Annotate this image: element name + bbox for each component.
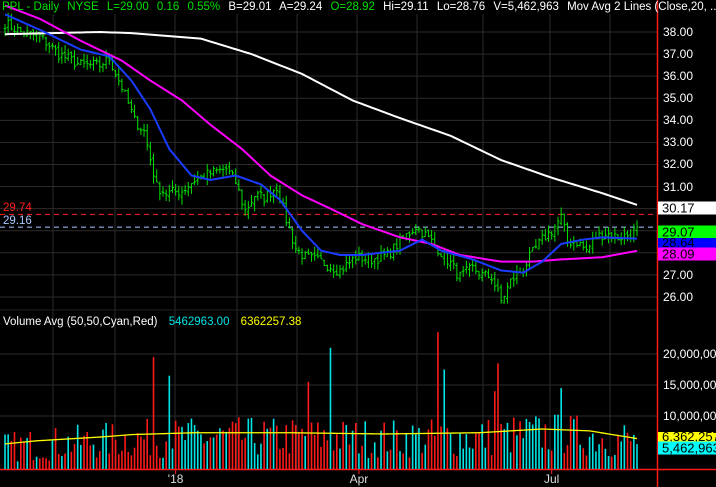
price-tick-label: 34.00 bbox=[663, 113, 694, 128]
chart-canvas[interactable] bbox=[0, 0, 716, 487]
price-tick-label: 26.00 bbox=[663, 289, 694, 304]
change-value: 0.16 bbox=[156, 1, 180, 13]
volume-tick-label: 20,000,000 bbox=[663, 347, 716, 361]
price-tick-label: 27.00 bbox=[663, 267, 694, 282]
high-price: Hi=29.11 bbox=[383, 1, 429, 13]
volume-value: V=5,462,963 bbox=[493, 1, 559, 13]
volume-tick-label: 10,000,000 bbox=[663, 409, 716, 423]
volume-tick-label: 15,000,000 bbox=[663, 378, 716, 392]
volume-value-box: 5,462,963 bbox=[658, 441, 716, 455]
ask-price: A=29.24 bbox=[279, 1, 323, 13]
ma50-line bbox=[4, 4, 638, 263]
volume-avg-value: 6362257.38 bbox=[240, 316, 302, 328]
bid-price: B=29.01 bbox=[228, 1, 272, 13]
ma50-value-box: 28.09 bbox=[658, 247, 716, 261]
date-tick-label: '18 bbox=[167, 472, 184, 486]
date-tick-label: Apr bbox=[349, 472, 369, 486]
volume-study-value: 5462963.00 bbox=[168, 316, 230, 328]
volume-study-label[interactable]: Volume Avg (50,50,Cyan,Red) bbox=[3, 316, 158, 328]
exchange-label: NYSE bbox=[67, 1, 99, 13]
price-value-box: 29.07 bbox=[658, 225, 716, 239]
low-price: Lo=28.76 bbox=[436, 1, 486, 13]
price-tick-label: 36.00 bbox=[663, 69, 694, 84]
price-tick-label: 31.00 bbox=[663, 179, 694, 194]
quote-header: PPL - Daily NYSE L=29.00 0.16 0.55% B=29… bbox=[2, 1, 716, 13]
volume-average-line bbox=[4, 428, 638, 445]
resistance-level-label: 29.74 bbox=[3, 202, 32, 214]
symbol-label[interactable]: PPL - Daily bbox=[2, 1, 59, 13]
current-level-label: 29.16 bbox=[3, 215, 32, 227]
open-price: O=28.92 bbox=[330, 1, 375, 13]
price-tick-label: 37.00 bbox=[663, 47, 694, 62]
last-price: L=29.00 bbox=[106, 1, 149, 13]
volume-header: Volume Avg (50,50,Cyan,Red) 5462963.00 6… bbox=[3, 316, 309, 328]
date-tick-label: Jul bbox=[544, 472, 560, 486]
ma200-value-box: 30.17 bbox=[658, 201, 716, 215]
study-label[interactable]: Mov Avg 2 Lines (Close,20, ... bbox=[567, 1, 716, 13]
price-tick-label: 33.00 bbox=[663, 135, 694, 150]
price-tick-label: 35.00 bbox=[663, 91, 694, 106]
price-tick-label: 32.00 bbox=[663, 157, 694, 172]
price-tick-label: 38.00 bbox=[663, 25, 694, 39]
change-percent: 0.55% bbox=[187, 1, 221, 13]
